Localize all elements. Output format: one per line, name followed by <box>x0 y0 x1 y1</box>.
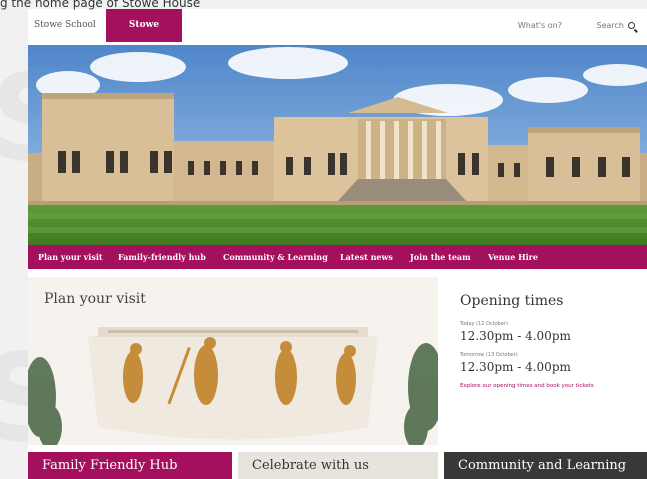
family-friendly-hub-card[interactable]: Family Friendly Hub <box>28 452 232 479</box>
utility-links: What's on? Search <box>502 9 635 42</box>
top-caption: g the home page of Stowe House <box>0 0 201 10</box>
search-label: Search <box>596 21 624 30</box>
hero-image-stowe-house <box>28 45 647 245</box>
community-learning-label: Community and Learning <box>458 458 627 473</box>
website-page: Stowe School Stowe House What's on? Sear… <box>28 9 647 479</box>
opening-times-link[interactable]: Explore our opening times and book your … <box>460 383 631 389</box>
tab-stowe-school[interactable]: Stowe School <box>28 9 102 42</box>
subnav-latest-news[interactable]: Latest news <box>340 245 393 269</box>
opening-times-title: Opening times <box>460 293 564 309</box>
subnav-plan-your-visit[interactable]: Plan your visit <box>38 245 103 269</box>
celebrate-with-us-label: Celebrate with us <box>252 458 369 473</box>
search-link[interactable]: Search <box>581 21 635 30</box>
today-label: Today (12 October) <box>460 321 508 327</box>
opening-times-panel: Opening times Today (12 October) 12.30pm… <box>444 277 647 445</box>
plan-your-visit-title: Plan your visit <box>44 291 146 307</box>
subnav-community-learning[interactable]: Community & Learning <box>223 245 328 269</box>
today-time: 12.30pm - 4.00pm <box>460 329 571 343</box>
plan-your-visit-card[interactable]: Plan your visit <box>28 277 438 445</box>
top-navigation: Stowe School Stowe House What's on? Sear… <box>28 9 647 63</box>
section-navigation: Plan your visit Family-friendly hub Comm… <box>28 245 647 269</box>
hero-illustration <box>28 45 647 245</box>
subnav-venue-hire[interactable]: Venue Hire <box>488 245 538 269</box>
community-learning-card[interactable]: Community and Learning <box>444 452 647 479</box>
subnav-family-friendly-hub[interactable]: Family-friendly hub <box>118 245 206 269</box>
celebrate-with-us-card[interactable]: Celebrate with us <box>238 452 438 479</box>
tomorrow-time: 12.30pm - 4.00pm <box>460 360 571 374</box>
subnav-join-the-team[interactable]: Join the team <box>410 245 471 269</box>
tab-stowe-house[interactable]: Stowe House <box>106 9 182 63</box>
search-icon <box>628 22 635 29</box>
tomorrow-label: Tomorrow (13 October) <box>460 352 518 358</box>
whats-on-link[interactable]: What's on? <box>518 21 562 30</box>
family-friendly-hub-label: Family Friendly Hub <box>42 458 178 473</box>
